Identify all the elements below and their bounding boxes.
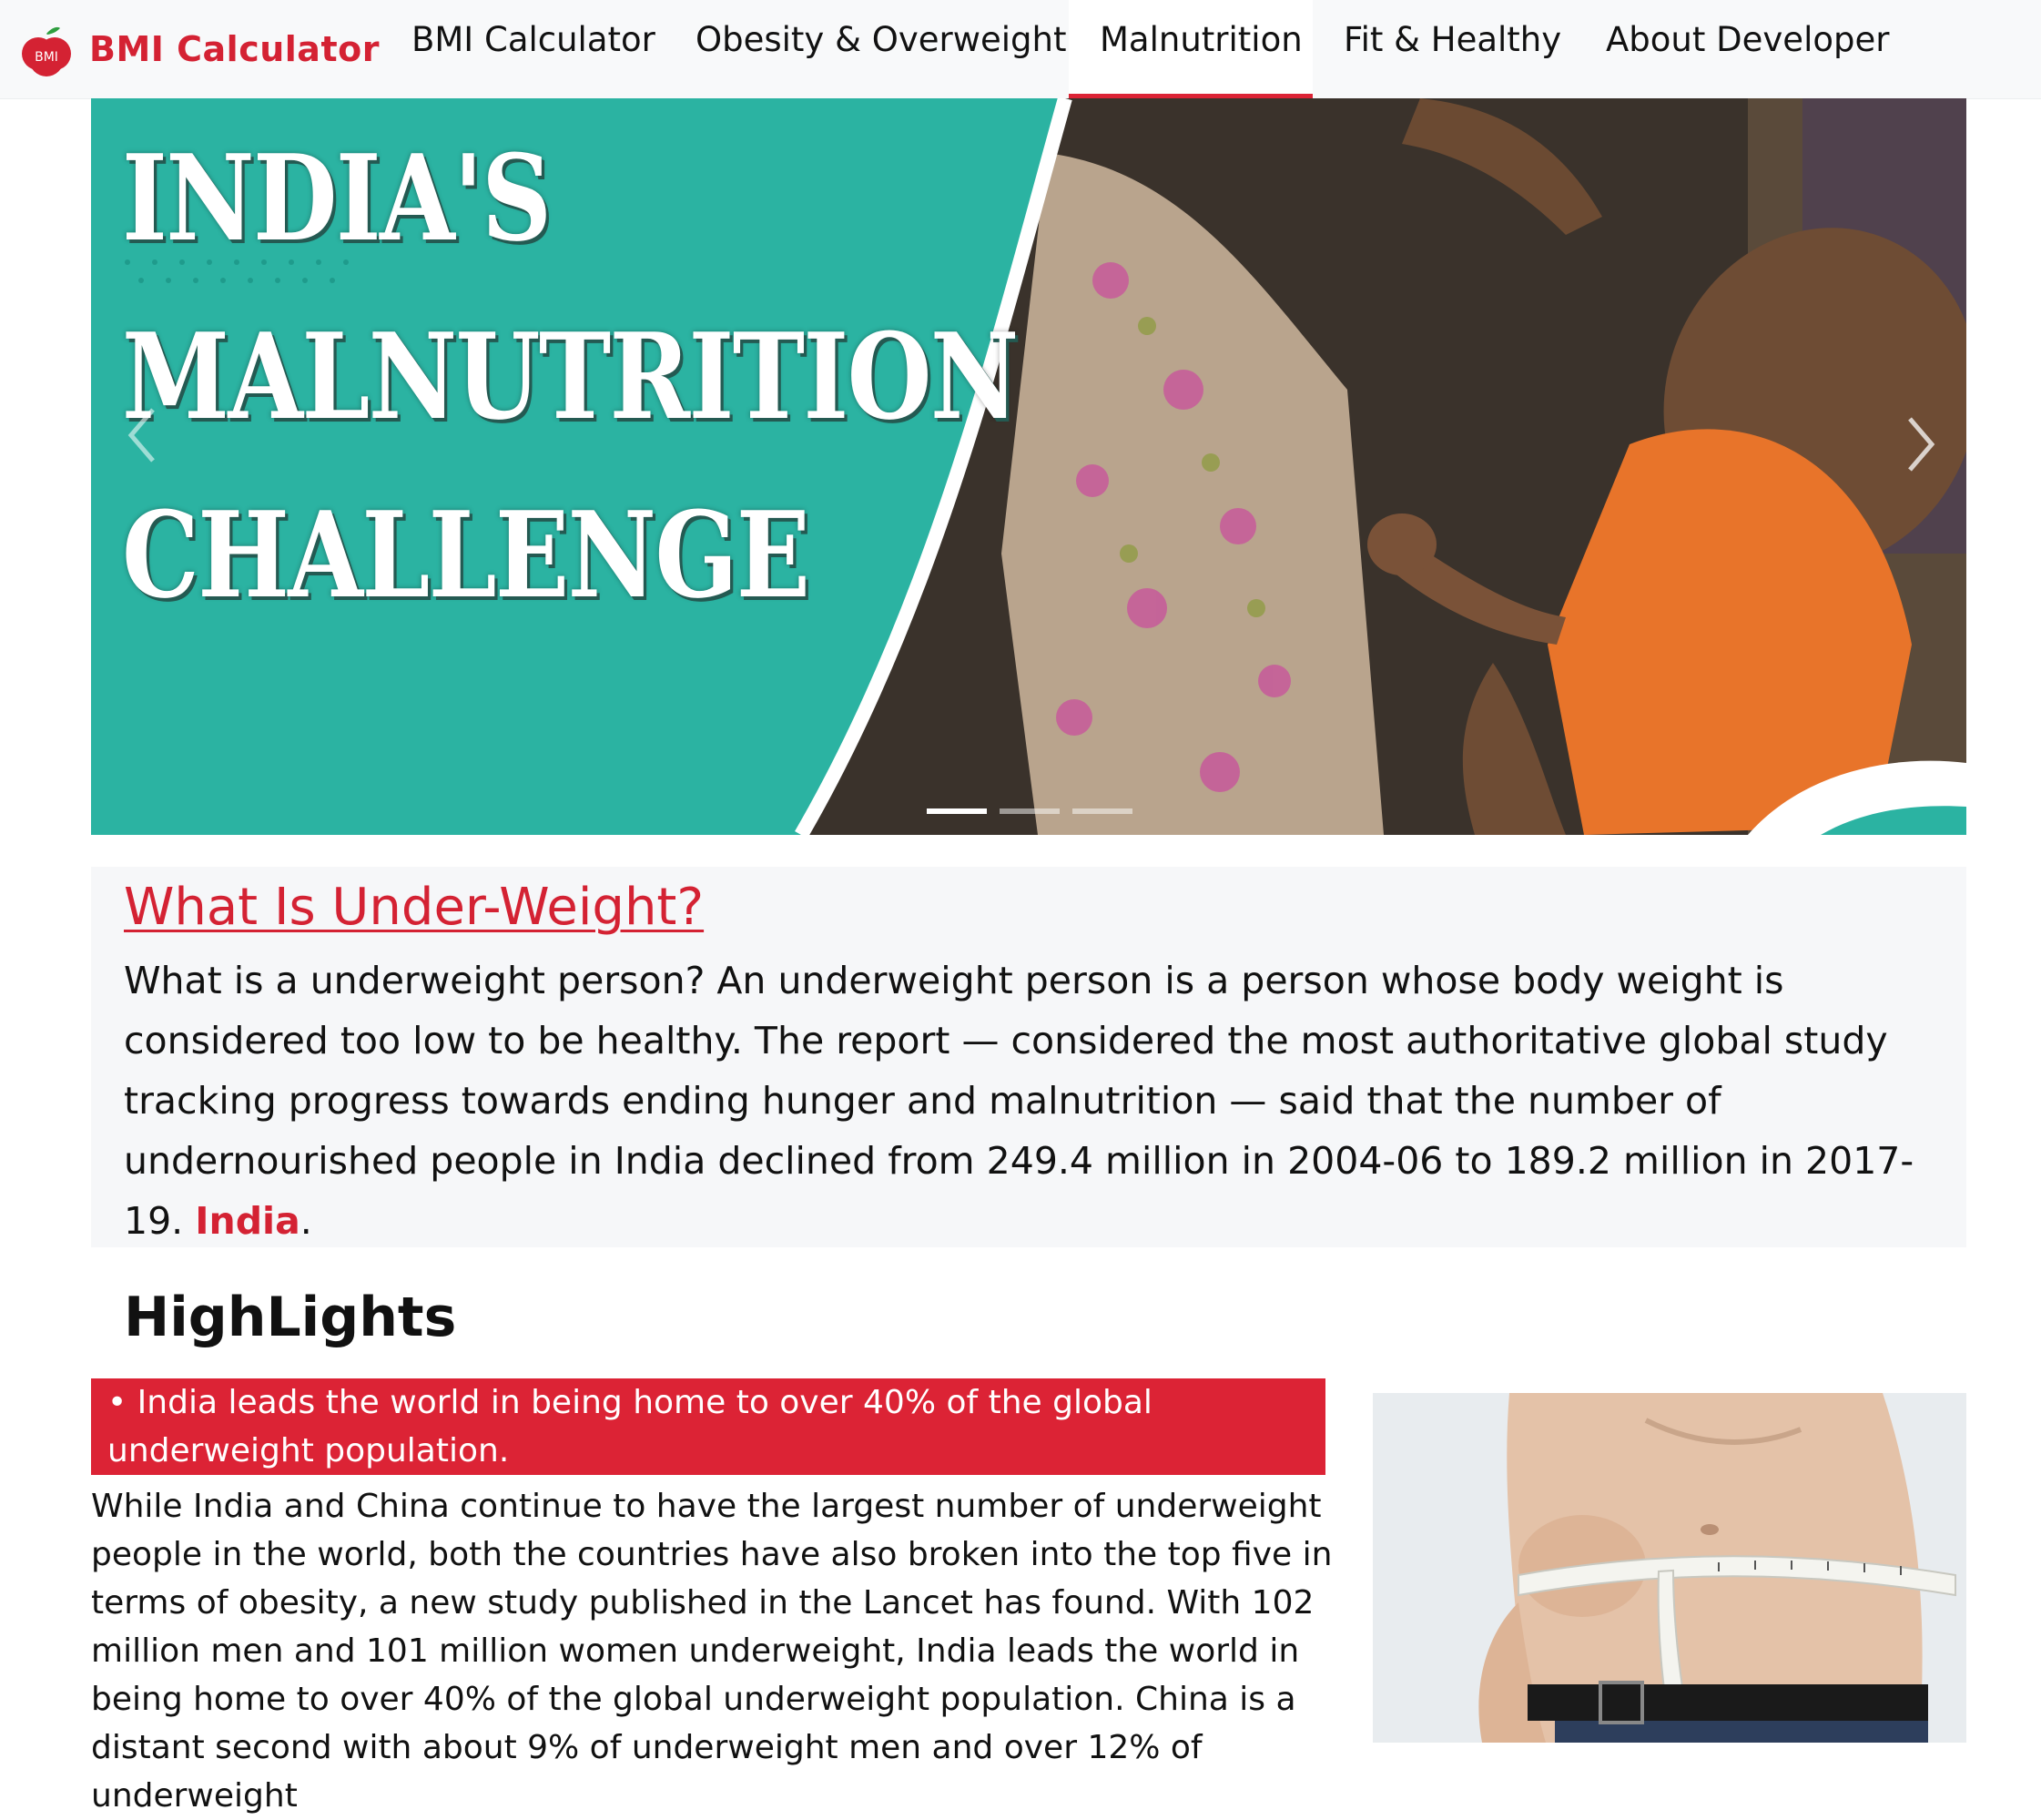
underweight-body: What is a underweight person? An underwe… xyxy=(124,959,1914,1243)
underweight-trailing: . xyxy=(300,1199,312,1243)
india-link[interactable]: India xyxy=(195,1199,300,1243)
hero-title: INDIA'S MALNUTRITION CHALLENGE xyxy=(122,109,1019,645)
chevron-left-icon xyxy=(127,408,155,463)
carousel-indicator[interactable] xyxy=(927,808,987,814)
navbar: BMI BMI Calculator BMI Calculator Obesit… xyxy=(0,0,2041,99)
underweight-section: What Is Under-Weight? What is a underwei… xyxy=(91,867,1966,1247)
highlight-text: While India and China continue to have t… xyxy=(91,1488,1333,1815)
carousel-indicator[interactable] xyxy=(1072,808,1132,814)
hero-carousel: INDIA'S MALNUTRITION CHALLENGE xyxy=(91,98,1966,835)
nav-about-developer[interactable]: About Developer xyxy=(1575,0,1920,98)
hero-title-line: CHALLENGE xyxy=(122,485,810,625)
apple-logo-icon: BMI xyxy=(16,19,76,79)
waist-measure-image xyxy=(1373,1393,1966,1743)
nav-bmi-calculator[interactable]: BMI Calculator xyxy=(381,0,686,98)
hero-title-line: INDIA'S xyxy=(122,128,552,268)
brand-link[interactable]: BMI BMI Calculator xyxy=(16,13,380,86)
logo-text: BMI xyxy=(35,50,58,65)
hero-title-line: MALNUTRITION xyxy=(122,307,1019,446)
carousel-indicator[interactable] xyxy=(1000,808,1060,814)
carousel-indicators xyxy=(927,808,1132,814)
highlights-heading: HighLights xyxy=(124,1286,457,1349)
nav-obesity-overweight[interactable]: Obesity & Overweight xyxy=(665,0,1097,98)
carousel-prev-button[interactable] xyxy=(117,399,171,472)
underweight-text: What is a underweight person? An underwe… xyxy=(124,951,1935,1251)
nav-malnutrition[interactable]: Malnutrition xyxy=(1069,0,1313,98)
underweight-heading[interactable]: What Is Under-Weight? xyxy=(124,878,704,937)
highlight-banner: • India leads the world in being home to… xyxy=(91,1378,1325,1475)
brand-name: BMI Calculator xyxy=(89,29,380,69)
carousel-next-button[interactable] xyxy=(1892,408,1946,481)
chevron-right-icon xyxy=(1908,417,1935,472)
nav-fit-healthy[interactable]: Fit & Healthy xyxy=(1313,0,1592,98)
